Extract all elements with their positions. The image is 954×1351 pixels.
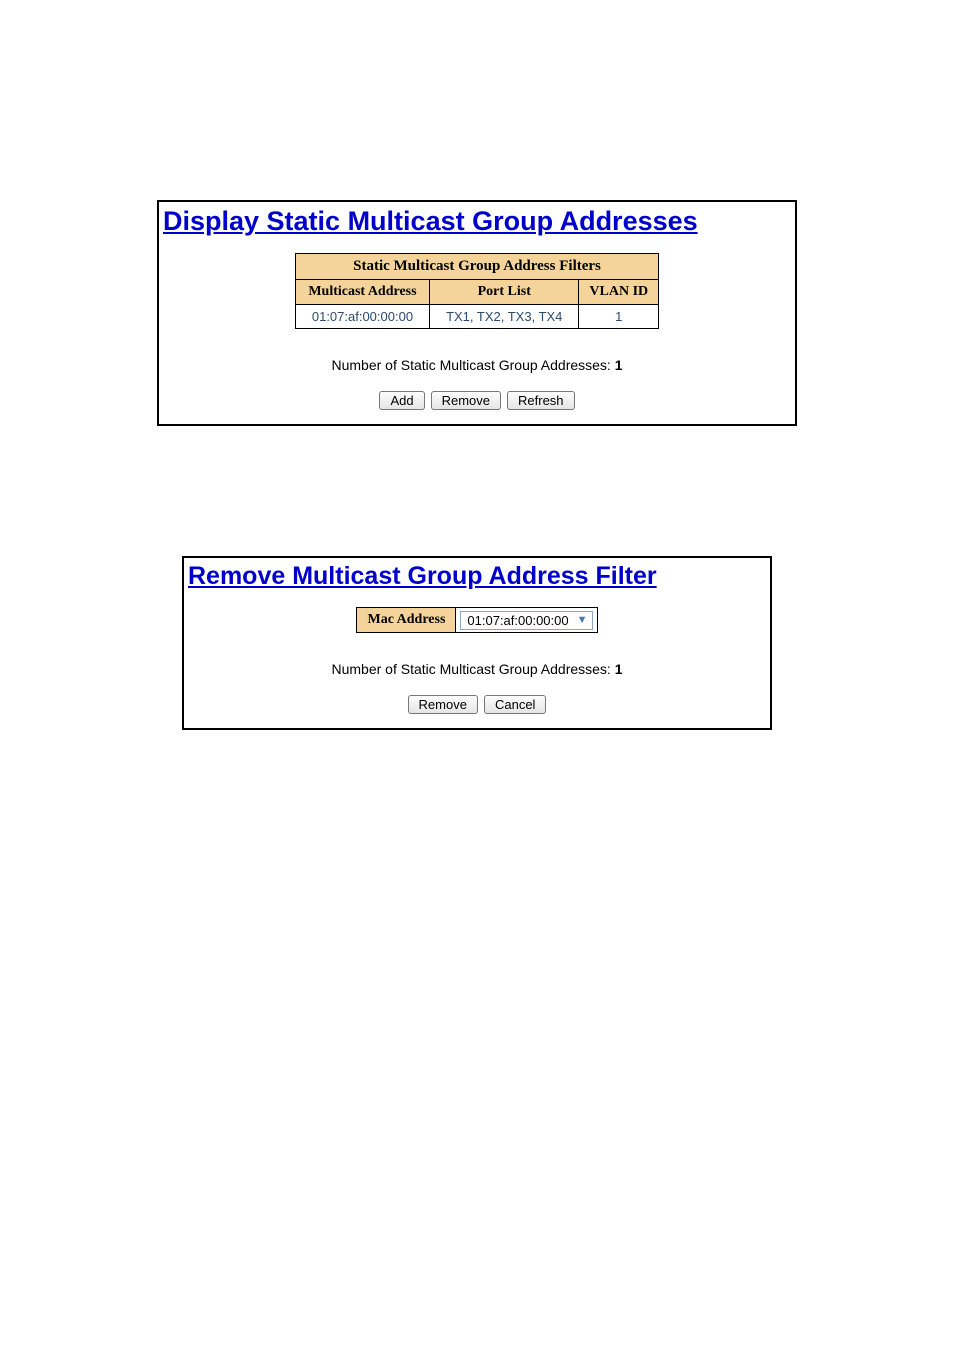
remove-page-title: Remove Multicast Group Address Filter	[188, 562, 766, 591]
cell-port-list: TX1, TX2, TX3, TX4	[430, 305, 579, 329]
display-button-row: Add Remove Refresh	[163, 391, 791, 410]
mac-address-label: Mac Address	[357, 608, 456, 633]
display-panel: Display Static Multicast Group Addresses…	[157, 200, 797, 426]
display-count-label: Number of Static Multicast Group Address…	[331, 357, 614, 373]
cell-multicast-address: 01:07:af:00:00:00	[295, 305, 429, 329]
remove-confirm-button[interactable]: Remove	[408, 695, 478, 714]
remove-button[interactable]: Remove	[431, 391, 501, 410]
remove-count-label: Number of Static Multicast Group Address…	[331, 661, 614, 677]
display-count-value: 1	[615, 357, 623, 373]
mac-address-select-value: 01:07:af:00:00:00	[467, 613, 568, 628]
remove-count-line: Number of Static Multicast Group Address…	[188, 661, 766, 677]
filters-table: Static Multicast Group Address Filters M…	[295, 253, 659, 329]
col-port-list: Port List	[430, 280, 579, 305]
display-count-line: Number of Static Multicast Group Address…	[163, 357, 791, 373]
col-vlan-id: VLAN ID	[579, 280, 659, 305]
remove-count-value: 1	[615, 661, 623, 677]
mac-address-cell: 01:07:af:00:00:00 ▼	[456, 608, 597, 633]
remove-panel: Remove Multicast Group Address Filter Ma…	[182, 556, 772, 730]
chevron-down-icon: ▼	[577, 614, 588, 626]
cell-vlan-id: 1	[579, 305, 659, 329]
remove-button-row: Remove Cancel	[188, 695, 766, 714]
add-button[interactable]: Add	[379, 391, 424, 410]
mac-address-select[interactable]: 01:07:af:00:00:00 ▼	[460, 611, 592, 630]
refresh-button[interactable]: Refresh	[507, 391, 575, 410]
col-multicast-address: Multicast Address	[295, 280, 429, 305]
filters-caption: Static Multicast Group Address Filters	[295, 254, 658, 280]
display-page-title: Display Static Multicast Group Addresses	[163, 206, 791, 237]
table-row: 01:07:af:00:00:00 TX1, TX2, TX3, TX4 1	[295, 305, 658, 329]
cancel-button[interactable]: Cancel	[484, 695, 546, 714]
mac-table: Mac Address 01:07:af:00:00:00 ▼	[356, 607, 597, 633]
